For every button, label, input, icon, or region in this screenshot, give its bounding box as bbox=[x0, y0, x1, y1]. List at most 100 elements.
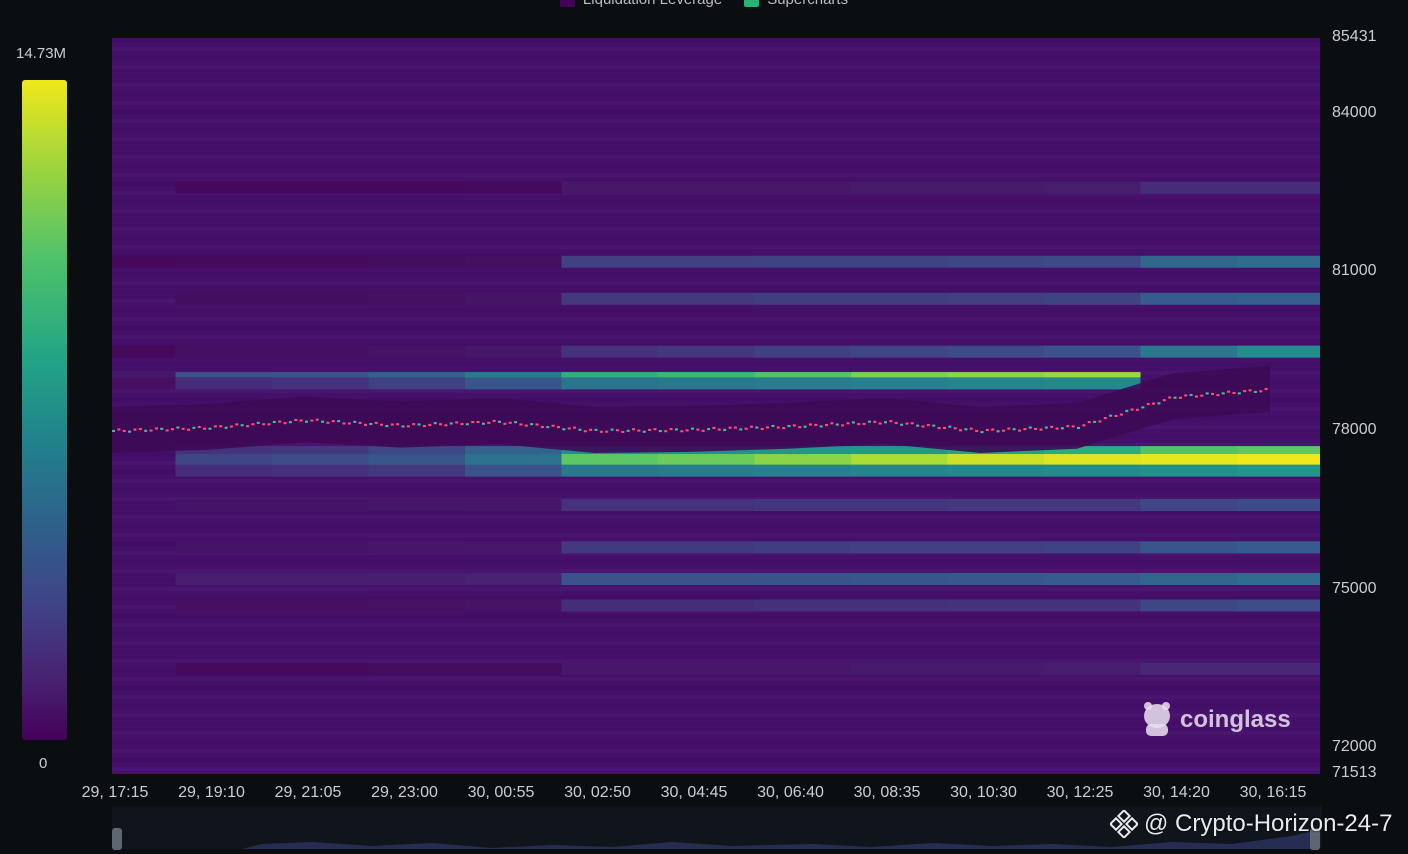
credit-text: @ Crypto-Horizon-24-7 bbox=[1144, 810, 1393, 837]
heatmap-cell bbox=[1140, 498, 1237, 511]
price-candle bbox=[112, 429, 115, 433]
navigator-left-handle[interactable] bbox=[112, 828, 122, 850]
price-candle bbox=[760, 427, 764, 430]
price-candle bbox=[154, 427, 158, 430]
heatmap-cell bbox=[1044, 541, 1141, 554]
heatmap-cell bbox=[1237, 345, 1320, 358]
heatmap-cell bbox=[851, 345, 948, 358]
price-candle bbox=[685, 429, 689, 432]
heatmap-stripe bbox=[112, 65, 1320, 69]
price-candle bbox=[996, 430, 1000, 433]
heatmap-stripe bbox=[112, 38, 1320, 42]
price-candle bbox=[326, 421, 330, 424]
heatmap-cell bbox=[1044, 454, 1141, 467]
price-candle bbox=[363, 423, 367, 426]
chart-legend: Liquidation Leverage Supercharts bbox=[0, 0, 1408, 9]
price-candle bbox=[1168, 396, 1172, 399]
heatmap-cell bbox=[561, 573, 658, 586]
heatmap-cell bbox=[368, 573, 465, 586]
heatmap-cell bbox=[947, 498, 1044, 511]
legend-item[interactable]: Liquidation Leverage bbox=[559, 0, 722, 9]
price-candle bbox=[1130, 408, 1134, 411]
heatmap-stripe bbox=[112, 740, 1320, 744]
price-candle bbox=[401, 425, 405, 428]
price-candle bbox=[1253, 390, 1257, 393]
price-candle bbox=[862, 422, 866, 425]
time-axis: 29, 17:15 29, 19:10 29, 21:05 29, 23:00 30, … bbox=[0, 784, 1408, 806]
heatmap-stripe bbox=[112, 326, 1320, 330]
price-candle bbox=[803, 425, 807, 428]
heatmap-stripe bbox=[112, 272, 1320, 276]
heatmap-cell bbox=[1044, 292, 1141, 305]
heatmap-cell bbox=[1237, 464, 1320, 477]
heatmap-cell bbox=[947, 599, 1044, 612]
price-candle bbox=[583, 430, 587, 433]
price-candle bbox=[122, 429, 126, 433]
price-candle bbox=[653, 428, 657, 431]
price-candle bbox=[197, 425, 201, 429]
price-candle bbox=[256, 421, 260, 424]
price-candle bbox=[873, 420, 877, 423]
price-candle bbox=[299, 419, 303, 422]
price-candle bbox=[1039, 428, 1043, 431]
price-candle bbox=[648, 428, 652, 431]
heatmap-stripe bbox=[112, 731, 1320, 735]
time-tick: 29, 17:15 bbox=[81, 784, 149, 801]
price-candle bbox=[1034, 427, 1038, 430]
price-candle bbox=[342, 422, 346, 425]
price-candle bbox=[573, 426, 577, 429]
price-candle bbox=[117, 428, 121, 431]
heatmap-cell bbox=[368, 181, 465, 194]
legend-item[interactable]: Supercharts bbox=[744, 0, 848, 9]
price-candle bbox=[278, 420, 282, 423]
price-candle bbox=[825, 423, 829, 427]
heatmap-cell bbox=[368, 292, 465, 305]
heatmap-cell bbox=[175, 541, 272, 554]
price-tick: 72000 bbox=[1332, 738, 1377, 756]
heatmap-cell bbox=[561, 599, 658, 612]
heatmap-stripe bbox=[112, 722, 1320, 726]
heatmap-cell bbox=[658, 573, 755, 586]
heatmap-cell bbox=[947, 255, 1044, 268]
heatmap-cell bbox=[368, 454, 465, 467]
price-candle bbox=[1001, 429, 1005, 432]
heatmap-cell bbox=[754, 599, 851, 612]
heatmap-cell bbox=[465, 181, 562, 194]
price-candle bbox=[814, 423, 818, 427]
price-candle bbox=[396, 423, 400, 426]
price-candle bbox=[985, 428, 989, 431]
heatmap-cell bbox=[1044, 599, 1141, 612]
heatmap-cell bbox=[851, 181, 948, 194]
price-candle bbox=[910, 422, 914, 425]
price-candle bbox=[1119, 413, 1123, 416]
price-candle bbox=[589, 428, 593, 431]
heatmap-cell bbox=[368, 662, 465, 675]
heatmap-stripe bbox=[112, 659, 1320, 663]
heatmap-stripe bbox=[112, 488, 1320, 492]
heatmap-stripe bbox=[112, 569, 1320, 573]
heatmap-cell bbox=[658, 662, 755, 675]
price-candle bbox=[224, 426, 228, 429]
price-candle bbox=[712, 426, 716, 430]
heatmap-cell bbox=[368, 498, 465, 511]
price-candle bbox=[492, 419, 496, 422]
price-candle bbox=[181, 427, 185, 430]
price-candle bbox=[674, 428, 678, 431]
coinglass-mascot-icon bbox=[1144, 702, 1170, 736]
price-candle bbox=[246, 425, 250, 428]
price-candle bbox=[1146, 402, 1150, 406]
heatmap-cell bbox=[465, 573, 562, 586]
heatmap-stripe bbox=[112, 47, 1320, 51]
heatmap-stripe bbox=[112, 533, 1320, 537]
heatmap-stripe bbox=[112, 614, 1320, 618]
heatmap-cell bbox=[561, 464, 658, 477]
price-candle bbox=[1023, 428, 1027, 431]
price-candle bbox=[1114, 414, 1118, 418]
price-tick: 81000 bbox=[1332, 262, 1377, 280]
price-candle bbox=[460, 423, 464, 426]
heatmap-cell bbox=[1140, 181, 1237, 194]
price-candle bbox=[406, 425, 410, 428]
heatmap-cell bbox=[947, 345, 1044, 358]
heatmap-cell bbox=[754, 292, 851, 305]
price-candle bbox=[476, 420, 480, 424]
